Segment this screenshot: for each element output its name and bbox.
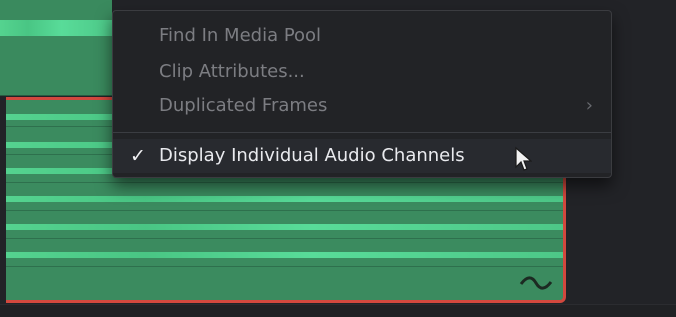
channel-divider — [6, 182, 563, 183]
channel-divider — [6, 266, 563, 267]
menu-item-duplicated-frames[interactable]: Duplicated Frames › — [113, 89, 611, 123]
timeline-ruler — [0, 304, 676, 317]
mouse-pointer-icon — [515, 146, 532, 171]
waveform — [0, 20, 112, 36]
channel-waveform — [6, 196, 563, 202]
chevron-right-icon: › — [585, 95, 593, 116]
menu-item-clip-attributes[interactable]: Clip Attributes... — [113, 55, 611, 89]
channel-divider — [6, 238, 563, 239]
menu-item-label: Clip Attributes... — [159, 61, 305, 82]
volume-envelope-icon[interactable] — [519, 274, 553, 292]
menu-item-label: Display Individual Audio Channels — [159, 145, 465, 166]
checkmark-icon: ✓ — [130, 145, 146, 167]
upper-clip[interactable] — [0, 0, 112, 96]
menu-separator — [113, 132, 611, 133]
channel-divider — [6, 210, 563, 211]
menu-item-label: Find In Media Pool — [159, 25, 322, 46]
channel-waveform — [6, 224, 563, 230]
menu-item-display-individual-audio-channels[interactable]: ✓ Display Individual Audio Channels — [113, 139, 611, 173]
channel-waveform — [6, 252, 563, 258]
menu-item-find-in-media-pool[interactable]: Find In Media Pool — [113, 19, 611, 53]
menu-item-label: Duplicated Frames — [159, 95, 328, 116]
context-menu: Find In Media Pool Clip Attributes... Du… — [112, 10, 612, 178]
